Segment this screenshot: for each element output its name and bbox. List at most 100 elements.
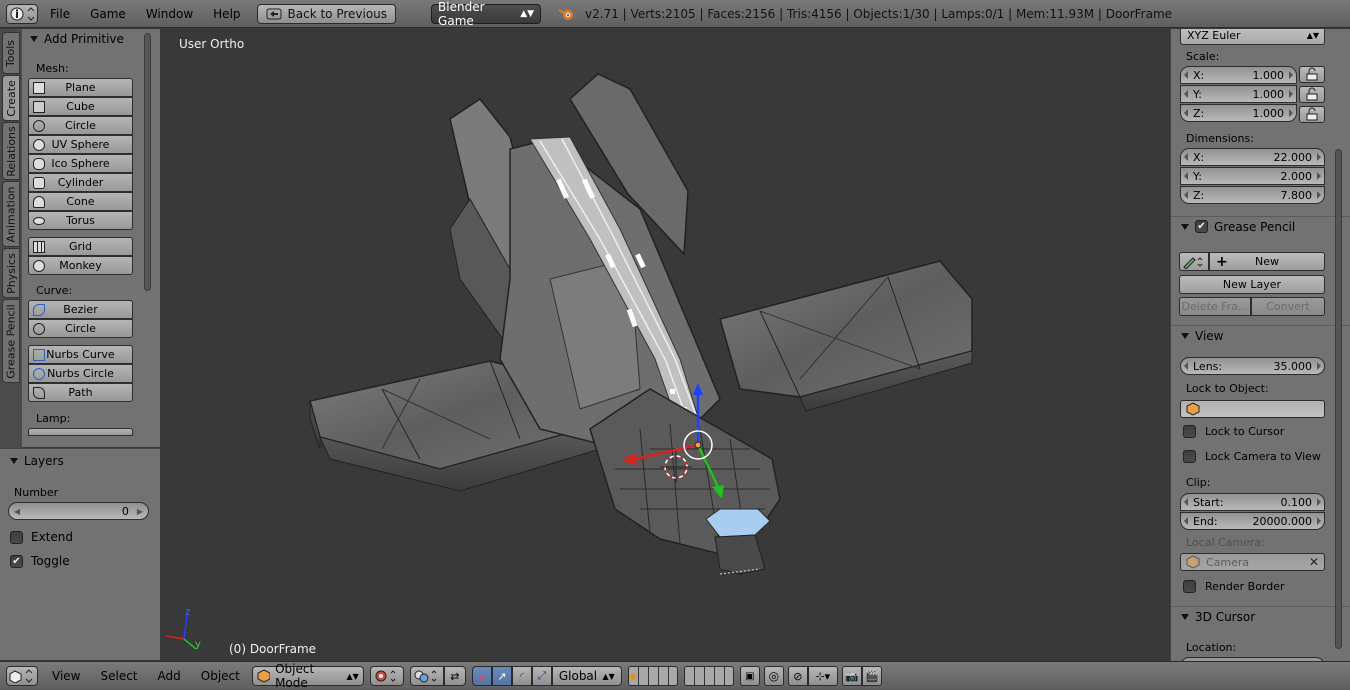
render-border-checkbox[interactable] — [1183, 580, 1196, 593]
grease-pencil-new-button[interactable]: + New — [1209, 252, 1325, 271]
add-torus-button[interactable]: Torus — [28, 211, 133, 230]
layers-number-field[interactable]: ◀ 0 ▶ — [8, 502, 149, 520]
tab-physics[interactable]: Physics — [2, 248, 20, 298]
toggle-checkbox[interactable]: ✔ — [10, 554, 23, 568]
active-layer-dot: ● — [629, 671, 637, 681]
menu-file[interactable]: File — [50, 7, 70, 21]
add-cylinder-button[interactable]: Cylinder — [28, 173, 133, 192]
3d-cursor-panel-header[interactable]: 3D Cursor — [1171, 606, 1350, 626]
pivot-point-button[interactable] — [409, 666, 444, 686]
delete-frame-button[interactable]: Delete Fra... — [1179, 297, 1251, 316]
add-circle-button[interactable]: Circle — [28, 116, 133, 135]
add-nurbs-circle-button[interactable]: Nurbs Circle — [28, 364, 133, 383]
properties-scrollbar[interactable] — [1335, 149, 1342, 649]
render-border-row[interactable]: Render Border — [1183, 580, 1285, 593]
clip-end-field[interactable]: End: 20000.000 — [1180, 512, 1325, 530]
rotate-manipulator-button[interactable]: ◜ — [511, 666, 532, 686]
back-to-previous-button[interactable]: Back to Previous — [256, 3, 397, 24]
lock-layers-button[interactable]: ▣ — [739, 666, 760, 686]
lock-camera-checkbox[interactable] — [1183, 450, 1196, 463]
add-bezier-button[interactable]: Bezier — [28, 300, 133, 319]
dimension-x-field[interactable]: X: 22.000 — [1180, 148, 1325, 166]
add-cube-button[interactable]: Cube — [28, 97, 133, 116]
add-plane-button[interactable]: Plane — [28, 78, 133, 97]
proportional-edit-button[interactable]: ◎ — [763, 666, 784, 686]
object-mode-cube-icon — [257, 669, 271, 683]
snap-toggle-button[interactable]: ⊘ — [787, 666, 808, 686]
menu-window[interactable]: Window — [146, 7, 193, 21]
render-still-button[interactable]: 📷 — [841, 666, 862, 686]
menu-view[interactable]: View — [52, 669, 80, 683]
scale-z-field[interactable]: Z: 1.000 — [1180, 104, 1297, 122]
tab-grease-pencil[interactable]: Grease Pencil — [2, 299, 20, 383]
lock-camera-row[interactable]: Lock Camera to View — [1183, 450, 1321, 463]
tab-relations[interactable]: Relations — [2, 122, 20, 180]
grease-pencil-panel-header[interactable]: ✔ Grease Pencil — [1171, 216, 1350, 236]
translate-manipulator-button[interactable]: ↗ — [491, 666, 512, 686]
viewport-shading-button[interactable] — [369, 666, 404, 686]
transform-orientation-select[interactable]: Global ▲▼ — [551, 666, 622, 686]
tab-create[interactable]: Create — [2, 75, 20, 121]
scale-manipulator-button[interactable]: ⤢ — [531, 666, 552, 686]
local-camera-field[interactable]: Camera ✕ — [1180, 553, 1325, 571]
lock-scale-y-button[interactable] — [1299, 86, 1325, 103]
add-monkey-button[interactable]: Monkey — [28, 256, 133, 275]
add-uv-sphere-button[interactable]: UV Sphere — [28, 135, 133, 154]
menu-object[interactable]: Object — [201, 669, 240, 683]
tab-tools[interactable]: Tools — [2, 32, 20, 74]
view-panel-header[interactable]: View — [1171, 325, 1350, 345]
clear-x-icon[interactable]: ✕ — [1309, 555, 1319, 569]
extend-checkbox[interactable] — [10, 530, 23, 544]
chevron-updown-icon: ▲▼ — [346, 671, 359, 681]
lens-field[interactable]: Lens: 35.000 — [1180, 357, 1325, 375]
3d-viewport[interactable]: User Ortho z y (0) DoorFrame — [160, 29, 1170, 661]
extend-checkbox-row[interactable]: Extend — [10, 527, 73, 547]
grease-pencil-enable-checkbox[interactable]: ✔ — [1195, 220, 1208, 233]
scene-layers-grid-2[interactable] — [683, 666, 734, 686]
engine-select[interactable]: Blender Game ▲▼ — [431, 0, 542, 28]
lock-to-cursor-row[interactable]: Lock to Cursor — [1183, 425, 1284, 438]
toggle-checkbox-row[interactable]: ✔ Toggle — [10, 551, 70, 571]
editor-type-button[interactable] — [6, 3, 38, 24]
add-cone-button[interactable]: Cone — [28, 192, 133, 211]
collapse-triangle-icon — [1181, 613, 1189, 620]
lock-scale-x-button[interactable] — [1299, 66, 1325, 83]
menu-add[interactable]: Add — [158, 669, 181, 683]
cube-icon — [33, 101, 45, 113]
editor-type-button[interactable] — [6, 666, 38, 686]
menu-game[interactable]: Game — [90, 7, 126, 21]
scale-y-field[interactable]: Y: 1.000 — [1180, 85, 1297, 103]
add-primitive-panel-header[interactable]: Add Primitive — [22, 29, 160, 49]
info-header: File Game Window Help Back to Previous B… — [0, 0, 1350, 28]
toolshelf-scrollbar[interactable] — [144, 33, 151, 291]
add-lamp-button-partial[interactable] — [28, 428, 133, 436]
add-bezier-circle-button[interactable]: Circle — [28, 319, 133, 338]
new-layer-button[interactable]: New Layer — [1179, 275, 1325, 294]
layers-panel-header[interactable]: Layers — [0, 451, 160, 471]
lock-to-cursor-checkbox[interactable] — [1183, 425, 1196, 438]
convert-button[interactable]: Convert — [1251, 297, 1325, 316]
manipulate-center-button[interactable]: ⇄ — [443, 666, 466, 686]
add-path-button[interactable]: Path — [28, 383, 133, 402]
render-animation-button[interactable]: 🎬 — [861, 666, 882, 686]
add-ico-sphere-button[interactable]: Ico Sphere — [28, 154, 133, 173]
mode-select[interactable]: Object Mode ▲▼ — [251, 662, 364, 690]
snap-increment-icon: ⊹▾ — [815, 669, 831, 683]
add-grid-button[interactable]: Grid — [28, 237, 133, 256]
menu-help[interactable]: Help — [213, 7, 240, 21]
tab-animation[interactable]: Animation — [2, 181, 20, 247]
scale-x-field[interactable]: X: 1.000 — [1180, 66, 1297, 84]
scene-layers-grid-1[interactable]: ● — [627, 666, 678, 686]
dimension-z-field[interactable]: Z: 7.800 — [1180, 186, 1325, 204]
lock-scale-z-button[interactable] — [1299, 106, 1325, 123]
door-frame-model[interactable] — [160, 29, 1170, 661]
lock-object-field[interactable] — [1180, 400, 1325, 418]
clip-start-field[interactable]: Start: 0.100 — [1180, 493, 1325, 511]
grease-pencil-source-select[interactable] — [1179, 252, 1209, 271]
manipulator-toggle-button[interactable]: ⊾ — [471, 666, 492, 686]
dimension-y-field[interactable]: Y: 2.000 — [1180, 167, 1325, 185]
menu-select[interactable]: Select — [100, 669, 137, 683]
add-nurbs-curve-button[interactable]: Nurbs Curve — [28, 345, 133, 364]
rotation-mode-select[interactable]: XYZ Euler ▲▼ — [1180, 29, 1325, 45]
snap-element-select[interactable]: ⊹▾ — [807, 666, 838, 686]
